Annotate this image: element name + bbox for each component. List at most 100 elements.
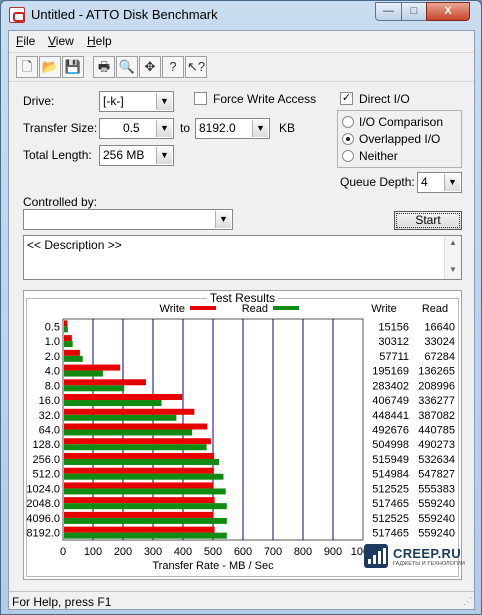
- minimize-button[interactable]: —: [375, 2, 402, 21]
- drive-select[interactable]: [-k-] ▼: [99, 91, 174, 112]
- y-tick-label: 4.0: [45, 366, 60, 378]
- logo-mark: [364, 544, 388, 568]
- y-tick-label: 128.0: [32, 439, 60, 451]
- read-value: 490273: [418, 439, 455, 451]
- read-value: 136265: [418, 366, 455, 378]
- write-bar: [64, 364, 121, 371]
- overlapped-io-radio[interactable]: [342, 133, 354, 145]
- neither-label: Neither: [359, 149, 398, 163]
- total-length-select[interactable]: 256 MB ▼: [99, 145, 174, 166]
- start-label: Start: [396, 213, 460, 228]
- menu-file[interactable]: File: [16, 34, 35, 48]
- x-tick-label: 500: [204, 546, 222, 558]
- write-value: 515949: [372, 454, 409, 466]
- about-button[interactable]: ?: [162, 56, 184, 78]
- overlapped-io-label: Overlapped I/O: [359, 132, 441, 146]
- read-bar: [64, 503, 227, 510]
- read-bar: [64, 517, 227, 524]
- transfer-size-label: Transfer Size:: [23, 121, 98, 135]
- print-preview-icon: 🔍: [118, 59, 136, 74]
- move-button[interactable]: ✥: [139, 56, 161, 78]
- read-value: 555383: [418, 483, 455, 495]
- transfer-unit-label: KB: [279, 121, 296, 135]
- drive-value: [-k-]: [103, 94, 124, 108]
- read-bar: [64, 355, 83, 362]
- menu-view[interactable]: View: [48, 34, 74, 48]
- chevron-down-icon: ▼: [156, 120, 172, 137]
- write-bar: [64, 394, 183, 401]
- read-value: 532634: [418, 454, 455, 466]
- write-value: 504998: [372, 439, 409, 451]
- save-icon: 💾: [64, 59, 82, 74]
- io-comparison-radio[interactable]: [342, 116, 354, 128]
- write-bar: [64, 349, 80, 356]
- open-button[interactable]: 📂: [39, 56, 61, 78]
- menu-bar: File View Help: [9, 31, 474, 51]
- test-results-panel: Test Results 0 100 200 300 400 500 600 700 800 90…: [23, 290, 465, 580]
- y-tick-label: 8.0: [45, 380, 60, 392]
- transfer-to-label: to: [180, 121, 191, 135]
- y-tick-label: 256.0: [32, 454, 60, 466]
- y-tick-label: 1.0: [45, 336, 60, 348]
- read-bar: [64, 326, 68, 333]
- y-tick-label: 0.5: [45, 321, 60, 333]
- close-button[interactable]: X: [426, 2, 470, 21]
- save-button[interactable]: 💾: [62, 56, 84, 78]
- transfer-to-select[interactable]: 8192.0 ▼: [195, 118, 270, 139]
- write-bar: [64, 335, 72, 342]
- write-bar: [64, 320, 68, 327]
- chevron-down-icon: ▼: [215, 211, 231, 228]
- x-tick-label: 900: [324, 546, 342, 558]
- window-title: Untitled - ATTO Disk Benchmark: [31, 7, 218, 22]
- read-bar: [64, 370, 103, 377]
- write-value: 406749: [372, 395, 409, 407]
- context-help-button[interactable]: ↖?: [185, 56, 207, 78]
- read-value: 208996: [418, 380, 455, 392]
- y-tick-label: 4096.0: [26, 513, 60, 525]
- read-value: 387082: [418, 410, 455, 422]
- write-bar: [64, 438, 211, 445]
- write-value: 517465: [372, 498, 409, 510]
- resize-grip-icon[interactable]: ⋰: [463, 596, 472, 607]
- legend-read-swatch: [273, 306, 299, 310]
- y-tick-label: 32.0: [39, 410, 60, 422]
- app-icon: [9, 7, 25, 23]
- x-tick-label: 400: [174, 546, 192, 558]
- menu-help[interactable]: Help: [87, 34, 112, 48]
- chevron-down-icon: ▼: [156, 93, 172, 110]
- read-bar: [64, 458, 220, 465]
- read-bar: [64, 429, 193, 436]
- x-tick-label: 100: [84, 546, 102, 558]
- write-value: 512525: [372, 513, 409, 525]
- write-value: 492676: [372, 425, 409, 437]
- title-bar[interactable]: Untitled - ATTO Disk Benchmark — □ X: [1, 1, 481, 30]
- transfer-from-select[interactable]: 0.5 ▼: [99, 118, 174, 139]
- print-preview-button[interactable]: 🔍: [116, 56, 138, 78]
- write-bar: [64, 467, 214, 474]
- read-bar: [64, 385, 125, 392]
- neither-radio[interactable]: [342, 150, 354, 162]
- force-write-checkbox[interactable]: [194, 92, 207, 105]
- print-button[interactable]: 🖶: [93, 56, 115, 78]
- y-tick-label: 64.0: [39, 425, 60, 437]
- write-value: 57711: [379, 351, 409, 363]
- description-scrollbar[interactable]: ▲ ▼: [444, 236, 461, 279]
- transfer-from-value: 0.5: [123, 121, 140, 135]
- controlled-by-select[interactable]: ▼: [23, 209, 233, 230]
- direct-io-label: Direct I/O: [359, 92, 410, 106]
- benchmark-chart: 0 100 200 300 400 500 600 700 800 900 1000Transfer…: [26, 303, 455, 572]
- new-button[interactable]: 🗋: [16, 56, 38, 78]
- queue-depth-select[interactable]: 4 ▼: [417, 172, 462, 193]
- description-box[interactable]: << Description >> ▲ ▼: [23, 235, 462, 280]
- maximize-button[interactable]: □: [401, 2, 427, 21]
- start-button[interactable]: Start: [394, 211, 462, 230]
- direct-io-checkbox[interactable]: ✓: [340, 92, 353, 105]
- write-bar: [64, 408, 195, 415]
- menu-help-label: elp: [95, 34, 112, 48]
- write-value: 514984: [372, 469, 409, 481]
- read-bar: [64, 444, 207, 451]
- write-bar: [64, 511, 214, 518]
- help-icon: ?: [169, 59, 177, 74]
- x-tick-label: 200: [114, 546, 132, 558]
- y-tick-label: 8192.0: [26, 528, 60, 540]
